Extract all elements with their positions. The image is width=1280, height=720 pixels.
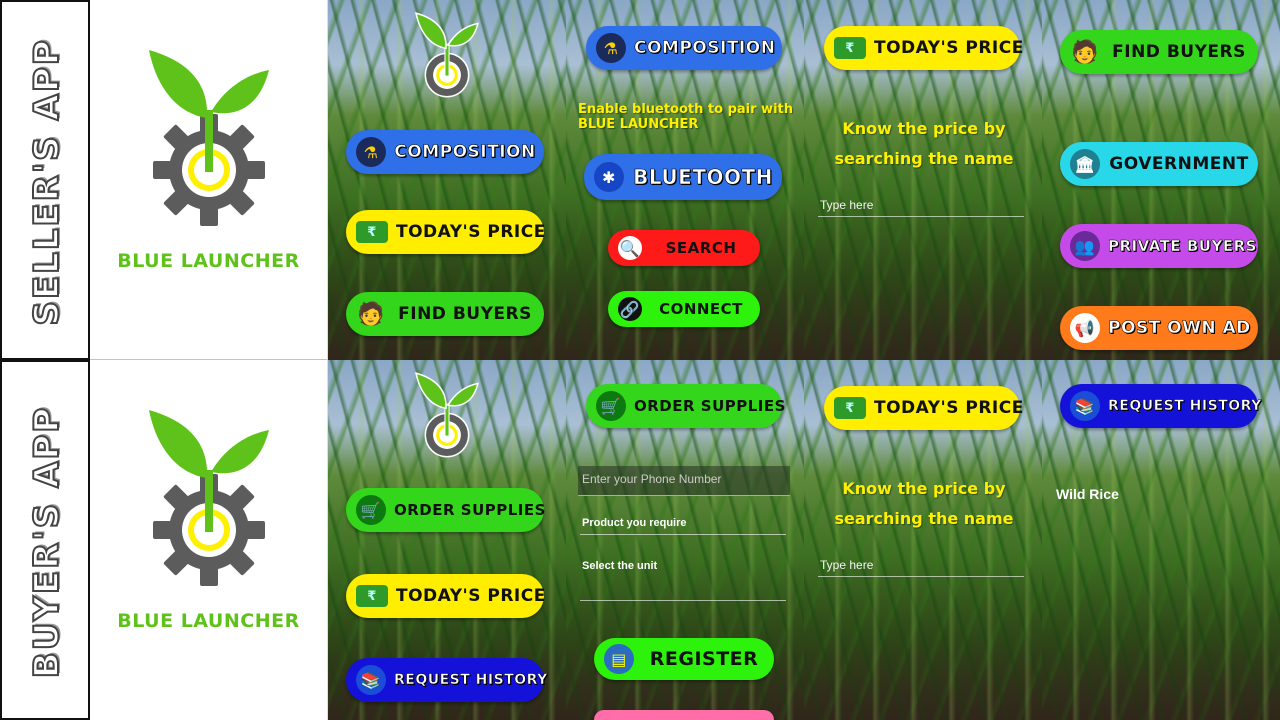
cart-icon: 🛒 [596, 391, 626, 421]
order-supplies-header: 🛒 ORDER SUPPLIES [586, 384, 785, 428]
composition-header: ⚗ COMPOSITION [586, 26, 782, 70]
buyer-logo-panel: BLUE LAUNCHER [90, 360, 328, 720]
phone-input[interactable]: Enter your Phone Number [578, 466, 790, 496]
money-icon: ₹ [356, 221, 388, 243]
search-button[interactable]: 🔍 SEARCH [608, 230, 760, 266]
post-own-ad-label: POST OWN AD [1108, 318, 1251, 339]
buyer-price-screen: ₹ TODAY'S PRICE Know the price by search… [804, 360, 1042, 720]
files-icon: 📚 [356, 665, 386, 695]
blue-launcher-logo-icon [149, 410, 269, 586]
brand-name: BLUE LAUNCHER [117, 610, 300, 632]
buyer-app-label: BUYER'S APP [26, 405, 68, 679]
seller-buyers-screen: 🧑 FIND BUYERS 🏛 GOVERNMENT 👥 PRIVATE BUY… [1042, 0, 1280, 360]
unit-select[interactable]: Select the unit [582, 560, 657, 572]
search-label: SEARCH [665, 239, 737, 257]
bluetooth-label: BLUETOOTH [633, 165, 773, 190]
buyer-order-screen: 🛒 ORDER SUPPLIES Enter your Phone Number… [566, 360, 804, 720]
seller-composition-screen: ⚗ COMPOSITION Enable bluetooth to pair w… [566, 0, 804, 360]
request-history-title: REQUEST HISTORY [1108, 398, 1262, 415]
todays-price-header: ₹ TODAY'S PRICE [824, 386, 1023, 430]
request-history-label: REQUEST HISTORY [394, 672, 548, 689]
blue-launcher-logo-icon [149, 50, 269, 226]
register-label: REGISTER [649, 648, 759, 670]
bluetooth-message: Enable bluetooth to pair with BLUE LAUNC… [578, 102, 793, 132]
find-buyers-label: FIND BUYERS [398, 304, 532, 324]
input-underline [580, 600, 786, 601]
todays-price-title: TODAY'S PRICE [874, 38, 1024, 58]
seller-home-screen: ⚗ COMPOSITION ₹ TODAY'S PRICE 🧑 FIND BUY… [328, 0, 566, 360]
order-supplies-title: ORDER SUPPLIES [634, 397, 786, 415]
composition-icon: ⚗ [356, 137, 386, 167]
seller-price-screen: ₹ TODAY'S PRICE Know the price by search… [804, 0, 1042, 360]
connect-button[interactable]: 🔗 CONNECT [608, 291, 760, 327]
private-buyers-label: PRIVATE BUYERS [1108, 237, 1257, 256]
search-icon: 🔍 [618, 236, 642, 260]
seller-app-label: SELLER'S APP [26, 37, 68, 326]
price-message: Know the price by searching the name [834, 479, 1014, 528]
price-message: Know the price by searching the name [834, 119, 1014, 168]
buyer-history-screen: 📚 REQUEST HISTORY Wild Rice [1042, 360, 1280, 720]
register-icon: ▤ [604, 644, 634, 674]
files-icon: 📚 [1070, 391, 1100, 421]
todays-price-header: ₹ TODAY'S PRICE [824, 26, 1023, 70]
money-icon: ₹ [356, 585, 388, 607]
product-field[interactable]: Product you require [582, 517, 687, 529]
composition-button[interactable]: ⚗ COMPOSITION [346, 130, 544, 174]
buyer-label-panel: BUYER'S APP [0, 360, 90, 720]
price-search-input[interactable]: Type here [820, 558, 873, 572]
input-underline [580, 534, 786, 535]
todays-price-button[interactable]: ₹ TODAY'S PRICE [346, 210, 545, 254]
money-icon: ₹ [834, 397, 866, 419]
mini-logo-icon [415, 372, 479, 458]
register-button[interactable]: ▤ REGISTER [594, 638, 774, 680]
order-supplies-button[interactable]: 🛒 ORDER SUPPLIES [346, 488, 545, 532]
mini-logo-icon [415, 12, 479, 98]
connect-label: CONNECT [659, 300, 743, 318]
input-underline [818, 216, 1024, 217]
bluetooth-icon: ✱ [594, 162, 624, 192]
bank-icon: 🏛 [1070, 149, 1100, 179]
brand-name: BLUE LAUNCHER [117, 250, 300, 272]
post-own-ad-button[interactable]: 📢 POST OWN AD [1060, 306, 1258, 350]
order-supplies-label: ORDER SUPPLIES [394, 501, 546, 519]
find-buyers-title: FIND BUYERS [1112, 42, 1246, 62]
history-list-item[interactable]: Wild Rice [1056, 486, 1119, 502]
price-search-input[interactable]: Type here [820, 198, 873, 212]
person-icon: 🧑 [357, 301, 385, 327]
government-button[interactable]: 🏛 GOVERNMENT [1060, 142, 1258, 186]
input-underline [818, 576, 1024, 577]
find-buyers-button[interactable]: 🧑 FIND BUYERS [346, 292, 544, 336]
todays-price-title: TODAY'S PRICE [874, 398, 1024, 418]
people-icon: 👥 [1070, 231, 1100, 261]
todays-price-button[interactable]: ₹ TODAY'S PRICE [346, 574, 545, 618]
composition-label: COMPOSITION [394, 142, 536, 163]
government-label: GOVERNMENT [1109, 154, 1249, 174]
buyer-home-screen: 🛒 ORDER SUPPLIES ₹ TODAY'S PRICE 📚 REQUE… [328, 360, 566, 720]
bluetooth-button[interactable]: ✱ BLUETOOTH [584, 154, 782, 200]
request-history-header: 📚 REQUEST HISTORY [1060, 384, 1262, 428]
todays-price-label: TODAY'S PRICE [396, 222, 546, 242]
private-buyers-button[interactable]: 👥 PRIVATE BUYERS [1060, 224, 1258, 268]
secondary-button[interactable] [594, 710, 774, 720]
link-icon: 🔗 [618, 297, 642, 321]
composition-title: COMPOSITION [634, 38, 776, 59]
money-icon: ₹ [834, 37, 866, 59]
seller-logo-panel: BLUE LAUNCHER [90, 0, 328, 360]
person-icon: 🧑 [1071, 39, 1099, 65]
todays-price-label: TODAY'S PRICE [396, 586, 546, 606]
find-buyers-header: 🧑 FIND BUYERS [1060, 30, 1258, 74]
composition-icon: ⚗ [596, 33, 626, 63]
request-history-button[interactable]: 📚 REQUEST HISTORY [346, 658, 548, 702]
megaphone-icon: 📢 [1070, 313, 1100, 343]
cart-icon: 🛒 [356, 495, 386, 525]
seller-label-panel: SELLER'S APP [0, 0, 90, 360]
app-showcase: SELLER'S APP BUYER'S APP BLUE LAUNCHER B… [0, 0, 1280, 720]
